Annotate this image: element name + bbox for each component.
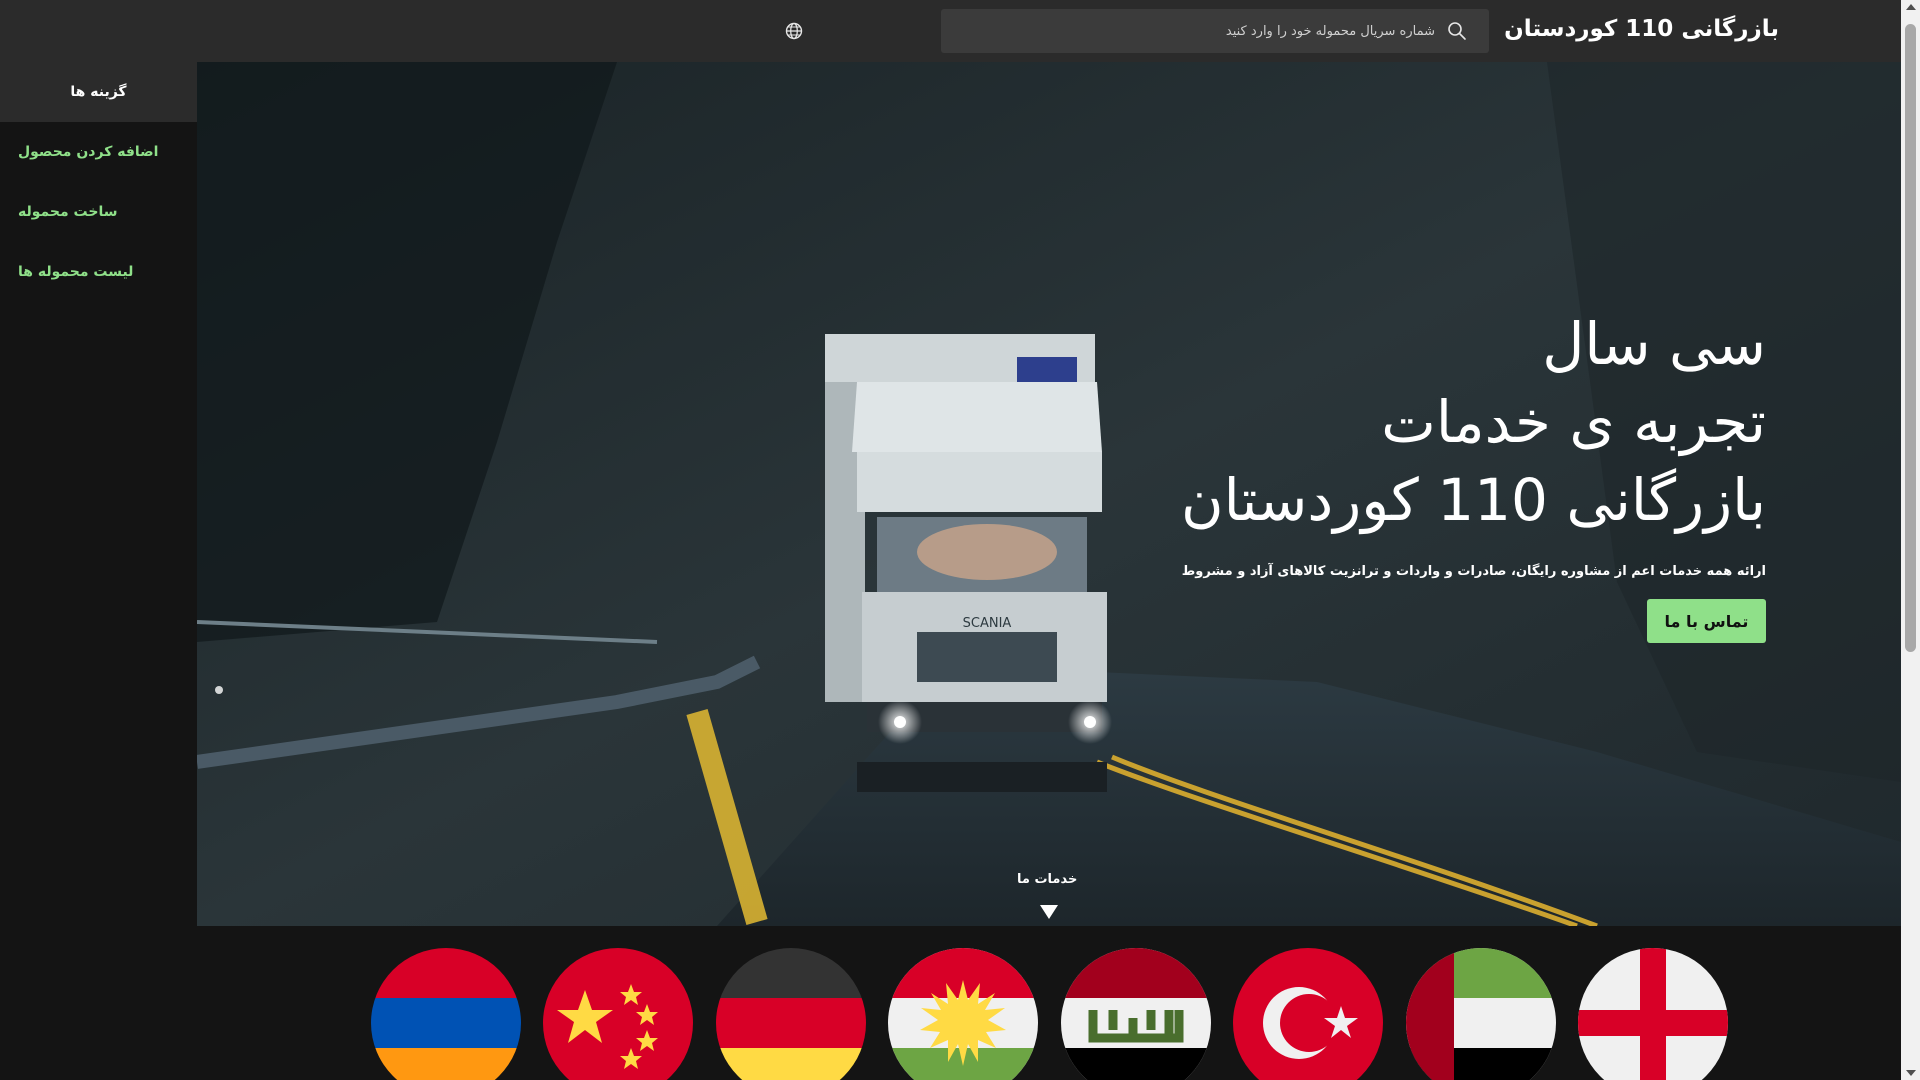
hero-title-line-1: سی سال bbox=[1542, 310, 1766, 378]
search-icon[interactable] bbox=[1447, 21, 1467, 41]
england-flag-icon[interactable] bbox=[1578, 948, 1728, 1080]
search-box[interactable] bbox=[941, 9, 1489, 53]
svg-text:SCANIA: SCANIA bbox=[963, 616, 1012, 631]
sidebar-item-create-shipment[interactable]: ساخت محموله bbox=[0, 182, 197, 242]
hero-title-line-2: تجربه ی خدمات bbox=[1381, 388, 1766, 456]
uae-flag-icon[interactable] bbox=[1406, 948, 1556, 1080]
flags-row bbox=[197, 926, 1901, 1080]
shipment-serial-search-input[interactable] bbox=[965, 9, 1435, 53]
scroll-up-arrow-icon[interactable] bbox=[1906, 4, 1916, 10]
germany-flag-icon[interactable] bbox=[716, 948, 866, 1080]
hero-section: SCANIA سی سال تجربه ی خدمات بازرگانی 110… bbox=[197, 62, 1901, 926]
sidebar-item-add-product[interactable]: اضافه کردن محصول bbox=[0, 122, 197, 182]
armenia-flag-icon[interactable] bbox=[371, 948, 521, 1080]
page-scrollbar[interactable] bbox=[1901, 0, 1920, 1080]
kurdistan-flag-icon[interactable] bbox=[888, 948, 1038, 1080]
scroll-down-arrow-icon[interactable] bbox=[1906, 1070, 1916, 1076]
triangle-down-icon[interactable] bbox=[1040, 905, 1058, 919]
sidebar-title: گزینه ها bbox=[0, 62, 197, 122]
top-bar: بازرگانی 110 کوردستان bbox=[0, 0, 1901, 62]
globe-icon[interactable] bbox=[784, 21, 804, 41]
sidebar: گزینه ها اضافه کردن محصول ساخت محموله لی… bbox=[0, 62, 197, 1080]
iraq-flag-icon[interactable] bbox=[1061, 948, 1211, 1080]
sidebar-item-shipment-list[interactable]: لیست محموله ها bbox=[0, 242, 197, 302]
brand-title[interactable]: بازرگانی 110 کوردستان bbox=[1504, 16, 1779, 42]
china-flag-icon[interactable] bbox=[543, 948, 693, 1080]
hero-title-line-3: بازرگانی 110 کوردستان bbox=[1181, 466, 1766, 534]
turkey-flag-icon[interactable] bbox=[1233, 948, 1383, 1080]
hero-title: سی سال تجربه ی خدمات بازرگانی 110 کوردست… bbox=[1066, 305, 1766, 539]
services-link[interactable]: خدمات ما bbox=[1017, 872, 1077, 887]
contact-us-button[interactable]: تماس با ما bbox=[1647, 599, 1766, 643]
hero-subtitle: ارائه همه خدمات اعم از مشاوره رایگان، صا… bbox=[1181, 564, 1766, 579]
scrollbar-thumb[interactable] bbox=[1905, 24, 1916, 652]
